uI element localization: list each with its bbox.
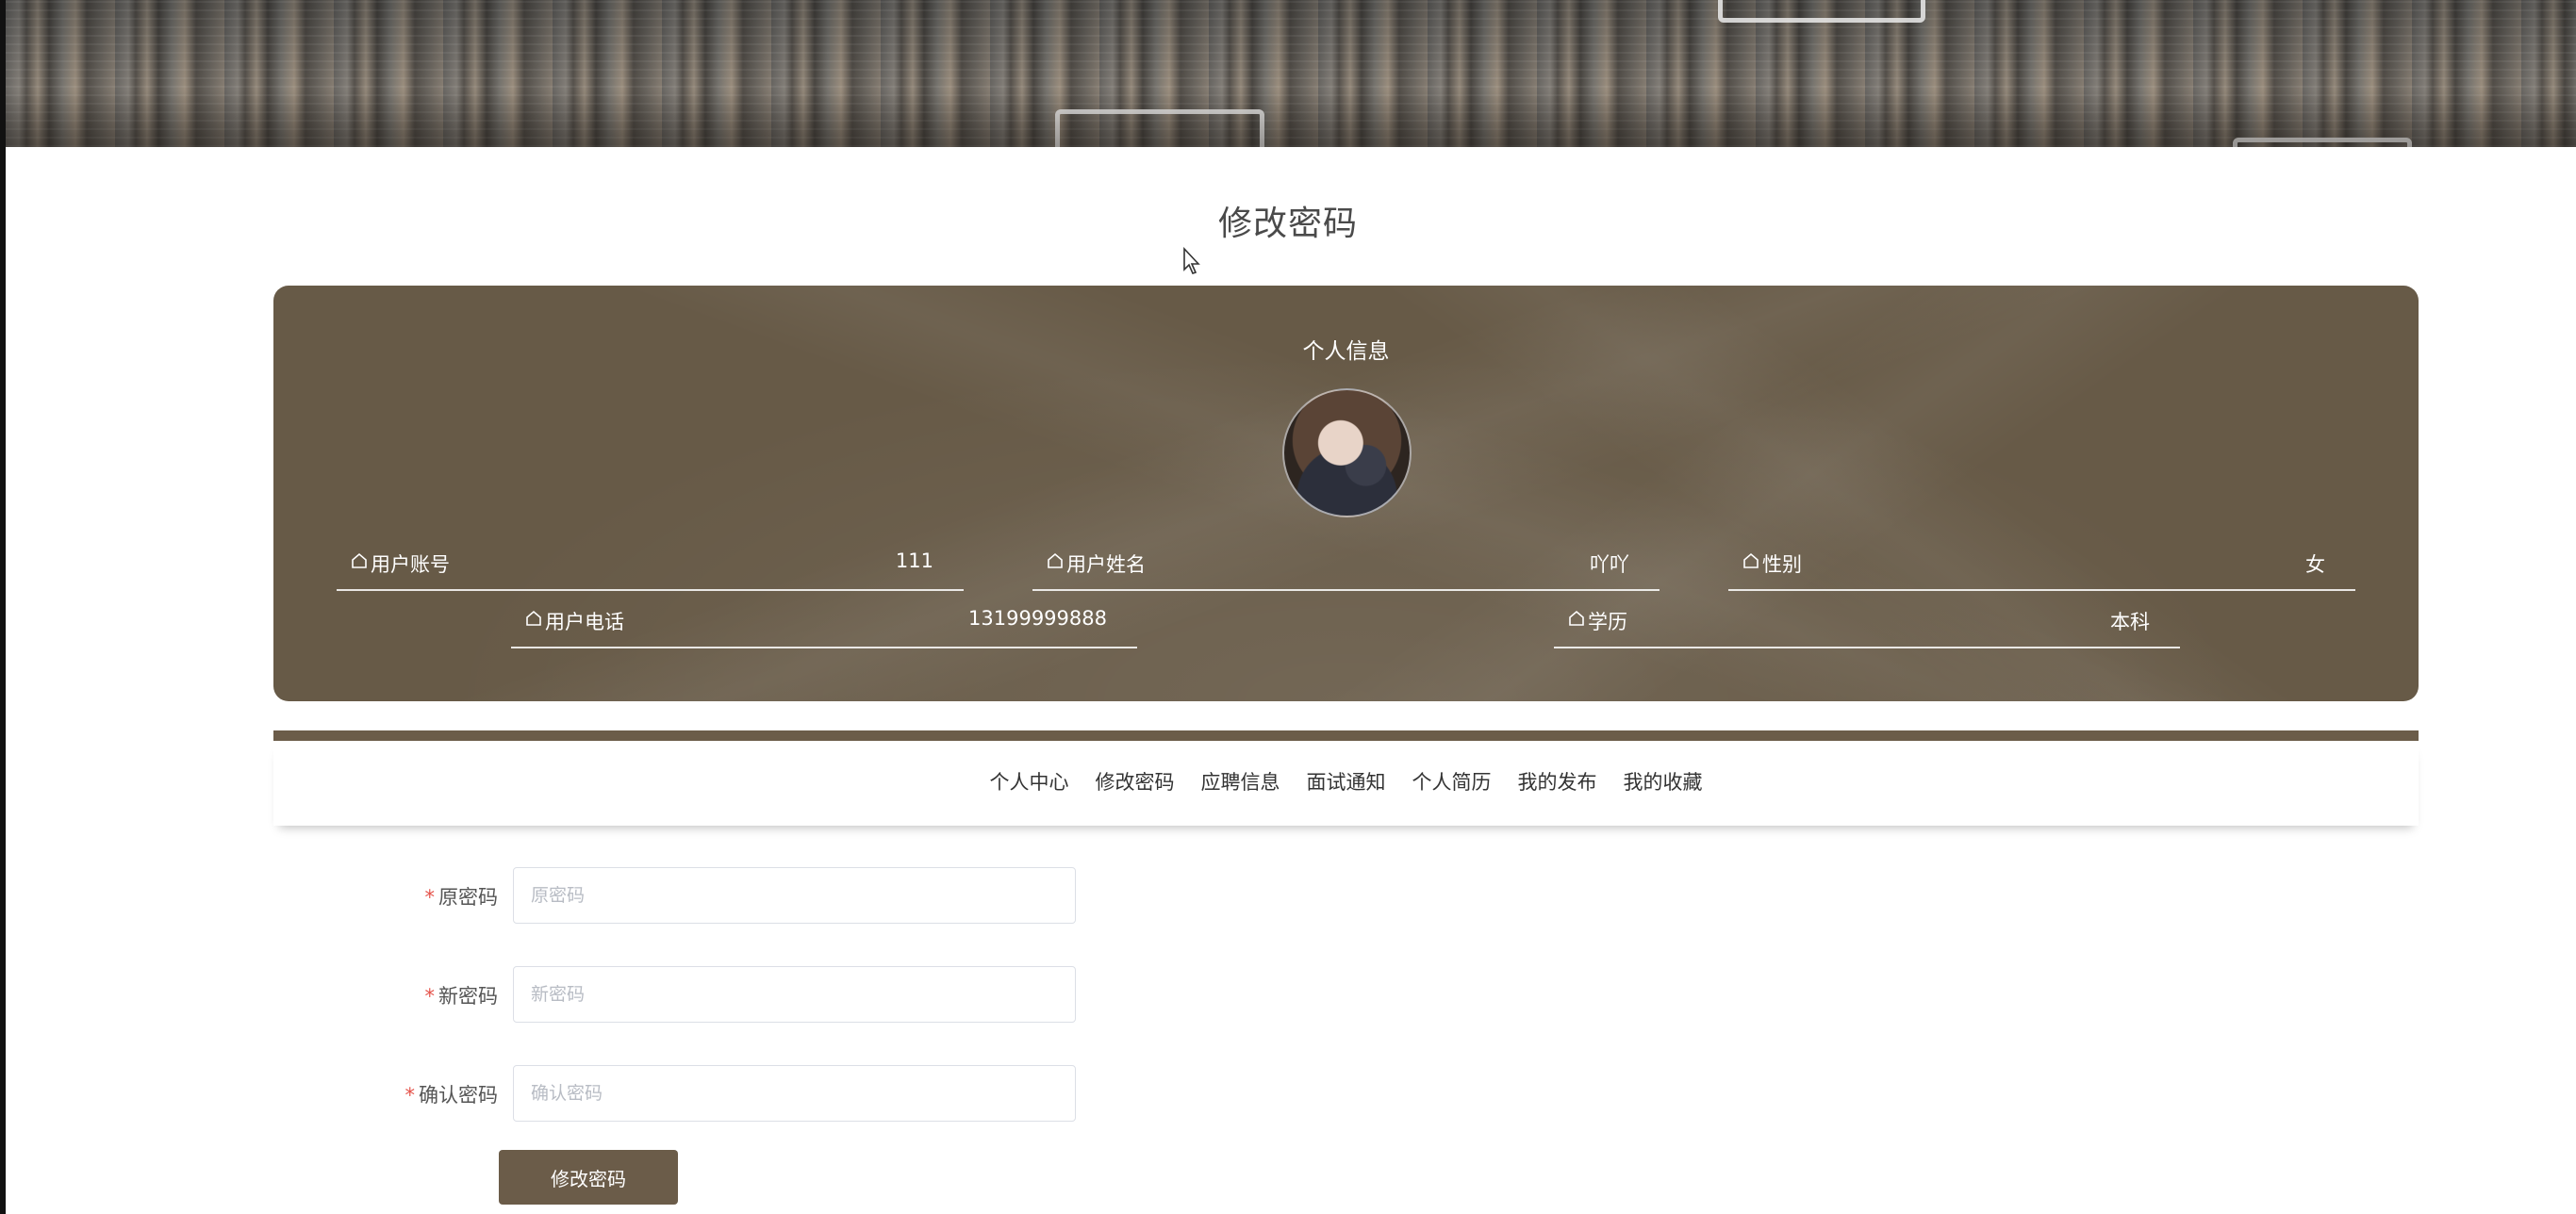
mouse-cursor-icon — [1183, 247, 1200, 274]
tab-my-favorites[interactable]: 我的收藏 — [1624, 767, 1703, 796]
tab-change-password[interactable]: 修改密码 — [1096, 767, 1175, 796]
avatar — [1282, 388, 1412, 517]
tab-applications[interactable]: 应聘信息 — [1201, 767, 1280, 796]
field-value: 吖吖 — [1590, 553, 1629, 576]
tab-accent-strip — [273, 730, 2419, 741]
field-phone: 用户电话 13199999888 — [511, 607, 1137, 648]
form-row-old-password: * 原密码 — [273, 867, 1216, 924]
home-icon — [526, 610, 541, 626]
field-value: 女 — [2305, 553, 2325, 576]
info-title: 个人信息 — [1302, 339, 1390, 364]
home-icon — [1569, 610, 1584, 626]
personal-info-panel: 个人信息 用户账号 111 用户姓名 吖吖 性别 女 用户电话 13199999… — [273, 286, 2419, 701]
old-password-input[interactable] — [513, 867, 1076, 924]
field-education: 学历 本科 — [1554, 607, 2180, 648]
field-label: 用户电话 — [545, 611, 624, 633]
banner-frame — [1718, 0, 1925, 23]
home-icon — [1743, 552, 1759, 568]
field-value: 13199999888 — [968, 607, 1107, 630]
home-icon — [1048, 552, 1063, 568]
field-username: 用户账号 111 — [337, 550, 964, 591]
field-label: 用户姓名 — [1066, 553, 1146, 576]
user-center-tabs: 个人中心 修改密码 应聘信息 面试通知 个人简历 我的发布 我的收藏 — [273, 741, 2419, 826]
required-mark: * — [405, 1084, 416, 1107]
label-text: 原密码 — [438, 886, 498, 909]
home-icon — [352, 552, 367, 568]
old-password-label: * 原密码 — [425, 882, 499, 910]
field-label: 性别 — [1762, 553, 1802, 576]
change-password-button[interactable]: 修改密码 — [499, 1150, 678, 1205]
page-title: 修改密码 — [1217, 205, 1358, 243]
field-label: 用户账号 — [371, 553, 450, 576]
label-text: 确认密码 — [419, 1084, 498, 1107]
label-text: 新密码 — [438, 985, 498, 1008]
form-row-confirm-password: * 确认密码 — [273, 1065, 1216, 1122]
field-label: 学历 — [1588, 611, 1627, 633]
new-password-input[interactable] — [513, 966, 1076, 1023]
new-password-label: * 新密码 — [425, 981, 499, 1009]
tab-my-posts[interactable]: 我的发布 — [1518, 767, 1597, 796]
tab-interview-notices[interactable]: 面试通知 — [1307, 767, 1386, 796]
banner-frame — [1055, 109, 1264, 147]
tab-resume[interactable]: 个人简历 — [1412, 767, 1492, 796]
form-row-new-password: * 新密码 — [273, 966, 1216, 1023]
field-value: 111 — [895, 550, 933, 572]
required-mark: * — [424, 886, 436, 909]
confirm-password-label: * 确认密码 — [405, 1080, 499, 1108]
field-name: 用户姓名 吖吖 — [1032, 550, 1660, 591]
tab-list: 个人中心 修改密码 应聘信息 面试通知 个人简历 我的发布 我的收藏 — [273, 767, 2419, 796]
banner-frame — [2233, 138, 2412, 147]
field-value: 本科 — [2110, 611, 2150, 633]
header-banner-image — [6, 0, 2576, 147]
field-gender: 性别 女 — [1728, 550, 2355, 591]
tab-personal-center[interactable]: 个人中心 — [990, 767, 1069, 796]
window-edge — [0, 0, 6, 1214]
confirm-password-input[interactable] — [513, 1065, 1076, 1122]
required-mark: * — [424, 985, 436, 1008]
